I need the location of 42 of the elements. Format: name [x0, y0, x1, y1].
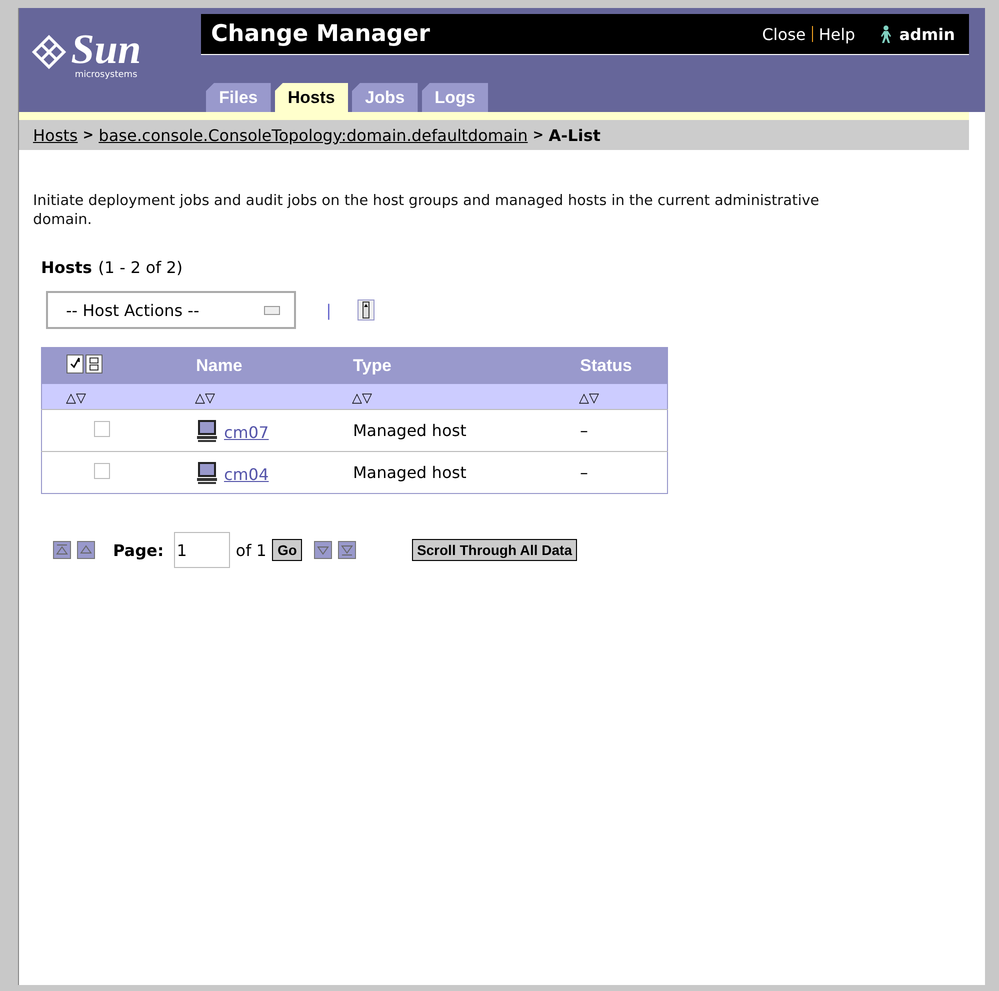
- scroll-all-button[interactable]: Scroll Through All Data: [412, 539, 577, 561]
- logo-icon: [31, 34, 67, 70]
- host-actions-dropdown[interactable]: -- Host Actions --: [46, 291, 296, 329]
- page-label: Page:: [113, 540, 164, 560]
- host-link[interactable]: cm07: [224, 422, 269, 442]
- page-count: of 1: [236, 540, 266, 560]
- breadcrumb-separator: >: [532, 128, 544, 142]
- page-input[interactable]: 1: [174, 532, 230, 568]
- table-cell: –: [580, 421, 588, 440]
- app-title: Change Manager: [211, 21, 430, 47]
- sort-arrows[interactable]: △▽: [66, 391, 86, 406]
- breadcrumb-separator: >: [82, 128, 94, 142]
- description-text: Initiate deployment jobs and audit jobs on the host groups and managed hosts in the current administrative domain.: [33, 192, 820, 230]
- tab[interactable]: Hosts: [274, 83, 348, 112]
- header-link[interactable]: Close: [762, 24, 806, 44]
- logo-subtext: microsystems: [74, 70, 138, 80]
- column-toggle-icon[interactable]: [357, 299, 376, 321]
- breadcrumb-current: A-List: [548, 126, 601, 144]
- row-checkbox[interactable]: [94, 420, 110, 436]
- next-page-icon[interactable]: [314, 541, 332, 559]
- breadcrumb-link[interactable]: Hosts: [33, 126, 78, 144]
- go-button[interactable]: Go: [272, 539, 302, 561]
- header-link[interactable]: Help: [818, 24, 856, 44]
- computer-icon: [196, 462, 218, 484]
- logo-text: Sun: [71, 30, 142, 70]
- separator: |: [326, 300, 332, 320]
- sort-arrows[interactable]: △▽: [195, 391, 215, 406]
- person-icon: [879, 25, 894, 43]
- table-title: Hosts: [41, 258, 92, 277]
- table-count: (1 - 2 of 2): [98, 258, 183, 277]
- table-cell: –: [580, 463, 588, 482]
- last-page-icon[interactable]: [338, 541, 356, 559]
- host-link[interactable]: cm04: [224, 464, 269, 484]
- row-checkbox[interactable]: [94, 462, 110, 478]
- sort-arrows[interactable]: △▽: [579, 391, 599, 406]
- select-all-icon[interactable]: [66, 354, 104, 374]
- table-cell: Managed host: [353, 421, 466, 440]
- user-name: admin: [899, 24, 955, 44]
- breadcrumb-link[interactable]: base.console.ConsoleTopology:domain.defaultdomain: [98, 126, 528, 144]
- table-cell: Managed host: [353, 463, 466, 482]
- sort-arrows[interactable]: △▽: [352, 391, 372, 406]
- computer-icon: [196, 420, 218, 442]
